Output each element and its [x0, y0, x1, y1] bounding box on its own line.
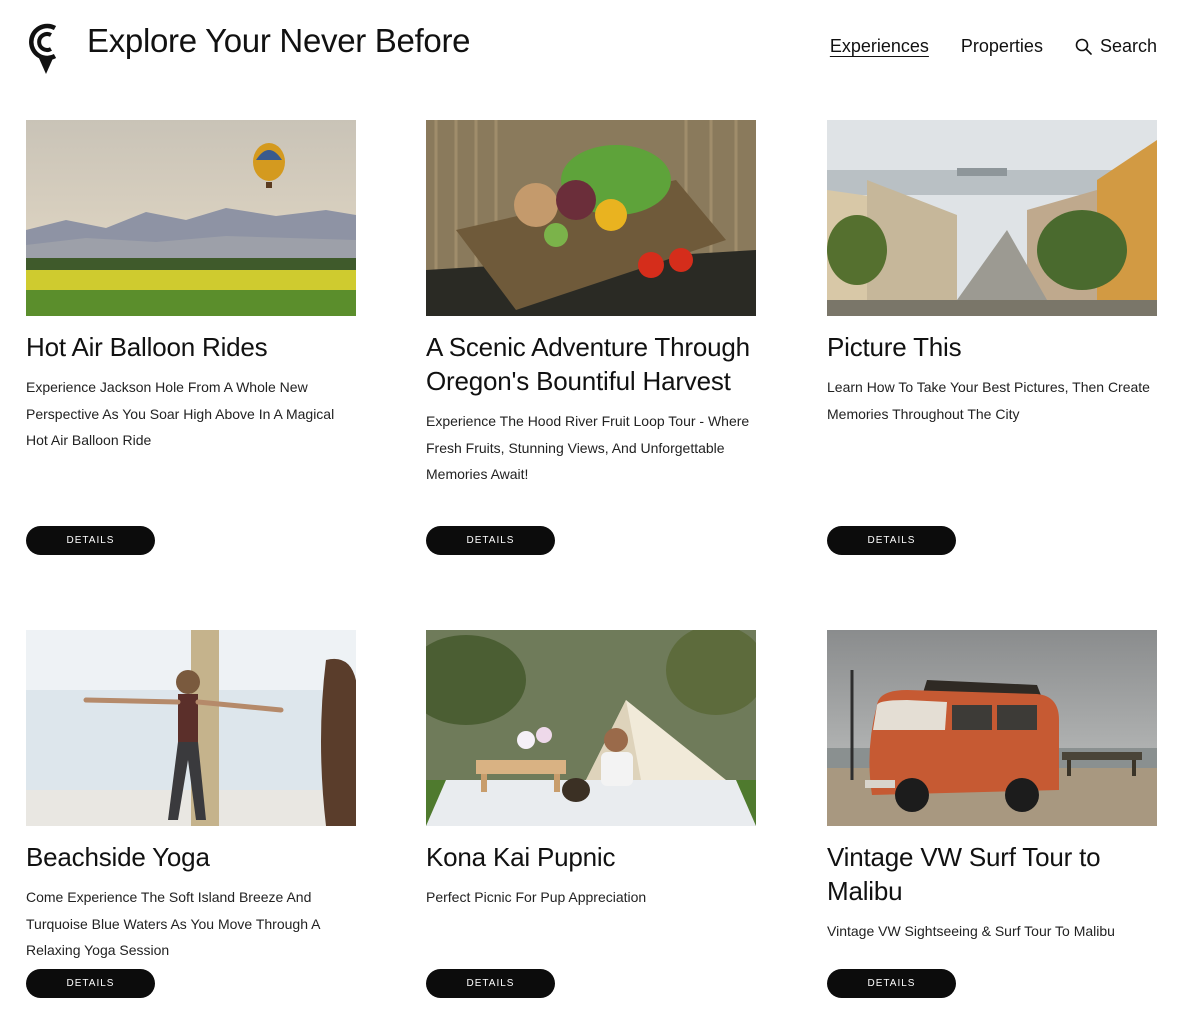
details-button[interactable]: DETAILS — [26, 526, 155, 555]
card-title[interactable]: Beachside Yoga — [26, 840, 356, 874]
card-description: Perfect Picnic For Pup Appreciation — [426, 889, 647, 905]
experience-card: Vintage VW Surf Tour to Malibu Vintage V… — [827, 630, 1157, 998]
details-button[interactable]: DETAILS — [827, 526, 956, 555]
nav-experiences-link[interactable]: Experiences — [830, 36, 929, 57]
experience-card: Picture This Learn How To Take Your Best… — [827, 120, 1157, 555]
card-description: Experience The Hood River Fruit Loop Tou… — [426, 413, 750, 482]
card-title[interactable]: Vintage VW Surf Tour to Malibu — [827, 840, 1157, 908]
card-image[interactable] — [426, 120, 756, 316]
nav-properties-link[interactable]: Properties — [961, 36, 1043, 57]
card-description: Come Experience The Soft Island Breeze A… — [26, 889, 320, 958]
card-title[interactable]: Kona Kai Pupnic — [426, 840, 756, 874]
details-button[interactable]: DETAILS — [426, 526, 555, 555]
experience-card: A Scenic Adventure Through Oregon's Boun… — [426, 120, 756, 555]
card-description: Learn How To Take Your Best Pictures, Th… — [827, 379, 1150, 422]
details-button[interactable]: DETAILS — [827, 969, 956, 998]
site-title: Explore Your Never Before — [87, 22, 471, 59]
search-icon — [1075, 38, 1092, 55]
card-title[interactable]: A Scenic Adventure Through Oregon's Boun… — [426, 330, 756, 398]
site-header: Explore Your Never Before Experiences Pr… — [0, 0, 1199, 100]
search-label: Search — [1099, 36, 1157, 56]
card-title[interactable]: Hot Air Balloon Rides — [26, 330, 356, 364]
card-image[interactable] — [827, 630, 1157, 826]
experience-card: Beachside Yoga Come Experience The Soft … — [26, 630, 356, 998]
brand-logo-icon[interactable] — [26, 20, 66, 76]
card-description: Experience Jackson Hole From A Whole New… — [26, 379, 335, 448]
main-nav: Experiences Properties Search — [830, 36, 1157, 57]
card-image[interactable] — [827, 120, 1157, 316]
card-image[interactable] — [426, 630, 756, 826]
card-description: Vintage VW Sightseeing & Surf Tour To Ma… — [827, 923, 1115, 939]
nav-search-link[interactable]: Search — [1075, 36, 1157, 57]
experience-card: Hot Air Balloon Rides Experience Jackson… — [26, 120, 356, 555]
card-image[interactable] — [26, 630, 356, 826]
card-image[interactable] — [26, 120, 356, 316]
details-button[interactable]: DETAILS — [26, 969, 155, 998]
experience-card: Kona Kai Pupnic Perfect Picnic For Pup A… — [426, 630, 756, 998]
details-button[interactable]: DETAILS — [426, 969, 555, 998]
card-title[interactable]: Picture This — [827, 330, 1157, 364]
